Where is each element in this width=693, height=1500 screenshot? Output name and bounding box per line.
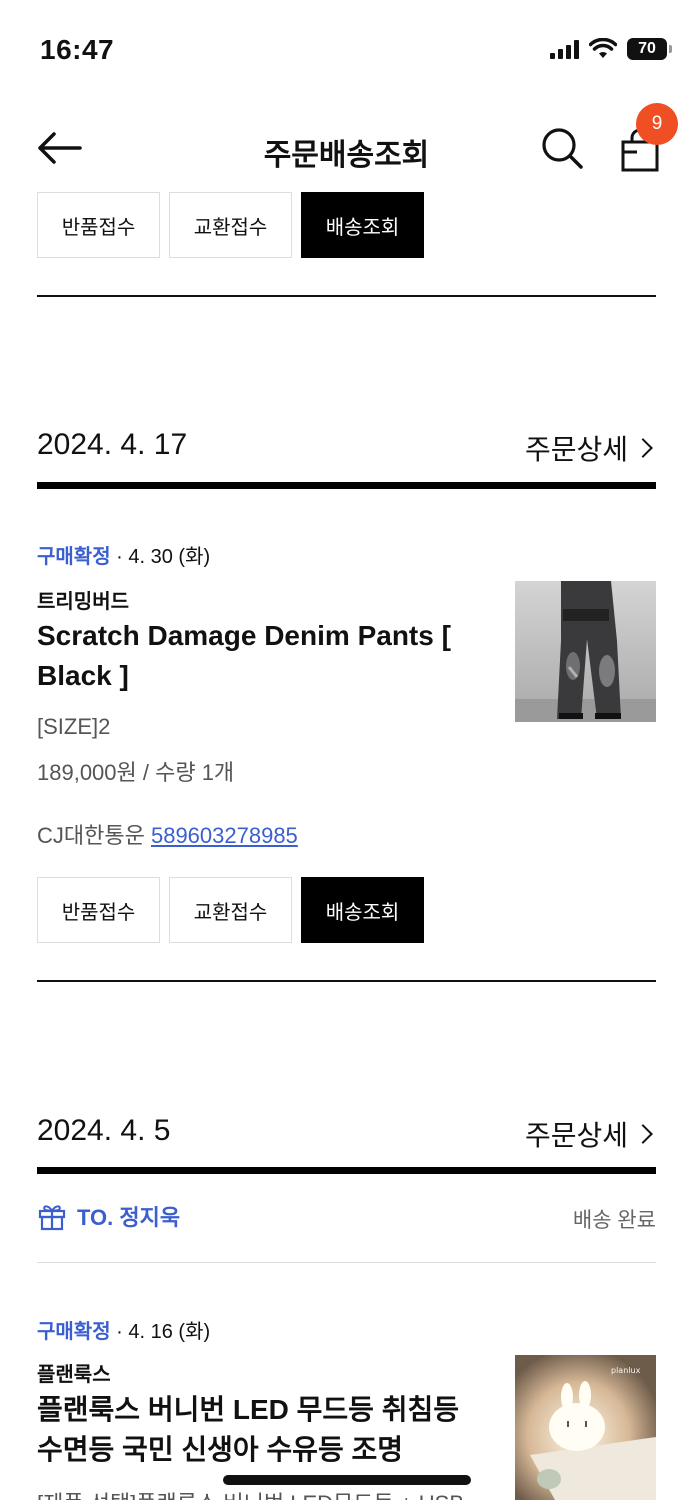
return-request-button[interactable]: 반품접수	[37, 192, 160, 258]
return-request-button[interactable]: 반품접수	[37, 877, 160, 943]
status-date: · 4. 16 (화)	[110, 1321, 211, 1343]
tracking-number-link[interactable]: 589603278985	[151, 823, 298, 848]
exchange-request-button[interactable]: 교환접수	[169, 877, 292, 943]
courier-name: CJ대한통운	[37, 823, 151, 848]
brand-name: 플랜룩스	[37, 1364, 111, 1386]
order-action-buttons: 반품접수 교환접수 배송조회	[37, 877, 424, 943]
chevron-right-icon	[633, 438, 653, 458]
order-date: 2024. 4. 5	[37, 1114, 171, 1147]
page-title: 주문배송조회	[263, 139, 430, 172]
order-header-divider	[37, 1167, 656, 1174]
order-detail-label: 주문상세	[524, 1120, 628, 1151]
status-indicators: 70	[550, 38, 672, 60]
product-name[interactable]: 플랜룩스 버니번 LED 무드등 취침등 수면등 국민 신생아 수유등 조명	[37, 1390, 477, 1470]
denim-pants-image	[515, 581, 656, 722]
delivery-status: 배송 완료	[572, 1209, 656, 1232]
search-icon[interactable]	[540, 126, 584, 170]
divider	[37, 1262, 656, 1263]
order-detail-link[interactable]: 주문상세	[525, 1114, 656, 1154]
track-delivery-button[interactable]: 배송조회	[301, 877, 424, 943]
gift-icon	[38, 1205, 66, 1231]
wifi-icon	[589, 38, 617, 58]
divider	[37, 295, 656, 297]
top-action-buttons: 반품접수 교환접수 배송조회	[37, 192, 424, 258]
app-header: 주문배송조회	[0, 100, 693, 196]
gift-recipient: TO. 정지욱	[37, 1200, 180, 1232]
planlux-logo: planlux	[611, 1366, 641, 1375]
tracking-info: CJ대한통운 589603278985	[37, 818, 298, 850]
product-thumbnail[interactable]	[515, 581, 656, 722]
home-indicator	[223, 1475, 471, 1485]
product-option: [SIZE]2	[37, 714, 111, 739]
product-thumbnail[interactable]: planlux	[515, 1355, 656, 1500]
brand-name: 트리밍버드	[37, 591, 129, 613]
product-option: [제품 선택]플랜룩스 버니번 LED무드등 + USB	[37, 1486, 464, 1500]
order-detail-label: 주문상세	[524, 434, 628, 465]
status-time: 16:47	[40, 34, 115, 65]
gift-recipient-name: TO. 정지욱	[77, 1205, 181, 1230]
product-price: 189,000원 / 수량 1개	[37, 760, 235, 785]
track-delivery-button[interactable]: 배송조회	[301, 192, 424, 258]
order-header-divider	[37, 482, 656, 489]
bunny-lamp-image: planlux	[515, 1355, 656, 1500]
divider	[37, 980, 656, 982]
purchase-confirmed-label: 구매확정	[37, 546, 111, 568]
order-status-line: 구매확정 · 4. 16 (화)	[37, 1315, 210, 1344]
battery-icon: 70	[627, 38, 672, 60]
order-date: 2024. 4. 17	[37, 428, 188, 461]
cart-count-badge: 9	[636, 103, 678, 145]
product-name[interactable]: Scratch Damage Denim Pants [ Black ]	[37, 616, 477, 696]
status-bar: 16:47 70	[0, 0, 693, 100]
order-status-line: 구매확정 · 4. 30 (화)	[37, 540, 210, 569]
status-date: · 4. 30 (화)	[110, 546, 211, 568]
cellular-signal-icon	[550, 39, 579, 59]
exchange-request-button[interactable]: 교환접수	[169, 192, 292, 258]
purchase-confirmed-label: 구매확정	[37, 1321, 111, 1343]
chevron-right-icon	[633, 1124, 653, 1144]
order-detail-link[interactable]: 주문상세	[525, 428, 656, 468]
